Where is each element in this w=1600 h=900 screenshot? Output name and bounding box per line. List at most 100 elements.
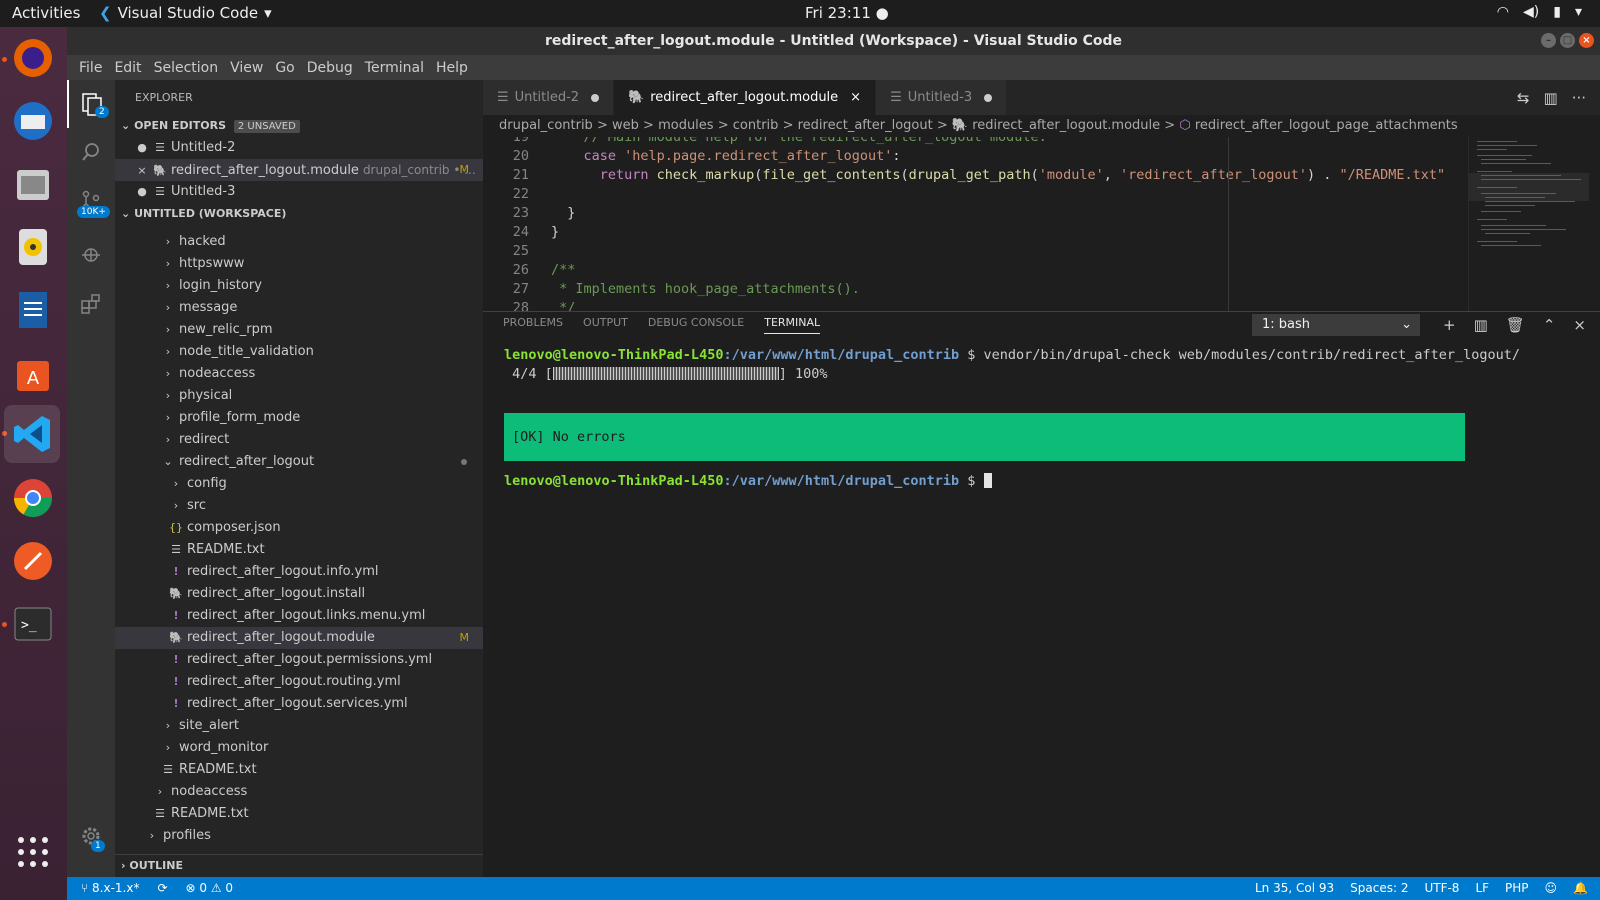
tree-file[interactable]: ☰ README.txt xyxy=(115,539,483,561)
breadcrumb-item[interactable]: redirect_after_logout_page_attachments xyxy=(1195,118,1458,133)
breadcrumb-item[interactable]: redirect_after_logout.module xyxy=(972,118,1160,133)
source-control-icon[interactable]: 10K+ xyxy=(67,176,115,224)
thunderbird-icon[interactable] xyxy=(8,96,58,146)
terminal-output[interactable]: lenovo@lenovo-ThinkPad-L450:/var/www/htm… xyxy=(504,346,1520,384)
tree-folder[interactable]: › hacked xyxy=(115,231,483,253)
menu-terminal[interactable]: Terminal xyxy=(359,60,430,76)
problems-status[interactable]: ⊗ 0 ⚠ 0 xyxy=(186,877,234,900)
tree-folder[interactable]: › nodeaccess xyxy=(115,781,483,803)
tree-file[interactable]: ! redirect_after_logout.info.yml xyxy=(115,561,483,583)
tree-folder[interactable]: › new_relic_rpm xyxy=(115,319,483,341)
tab-untitled-3[interactable]: ☰ Untitled-3 xyxy=(876,80,1008,115)
encoding-status[interactable]: UTF-8 xyxy=(1424,877,1459,900)
menu-view[interactable]: View xyxy=(224,60,269,76)
open-editor-item[interactable]: × 🐘 redirect_after_logout.module drupal_con… xyxy=(115,159,483,181)
breadcrumb-item[interactable]: contrib xyxy=(733,118,779,133)
debug-icon[interactable] xyxy=(67,230,115,278)
rhythmbox-icon[interactable] xyxy=(8,222,58,272)
tree-folder[interactable]: › profile_form_mode xyxy=(115,407,483,429)
tree-file[interactable]: {} composer.json xyxy=(115,517,483,539)
breadcrumb-item[interactable]: modules xyxy=(658,118,714,133)
settings-gear-icon[interactable]: 1 xyxy=(67,812,115,860)
tab-debug-console[interactable]: DEBUG CONSOLE xyxy=(648,316,744,334)
split-editor-icon[interactable]: ▥ xyxy=(1544,89,1558,107)
tab-output[interactable]: OUTPUT xyxy=(583,316,628,334)
tree-folder[interactable]: › message xyxy=(115,297,483,319)
tree-folder[interactable]: › src xyxy=(115,495,483,517)
unsaved-dot-icon[interactable]: ● xyxy=(135,137,149,159)
tab-redirect-after-logout-module[interactable]: 🐘 redirect_after_logout.module × xyxy=(614,80,877,115)
tab-problems[interactable]: PROBLEMS xyxy=(503,316,563,334)
tree-folder[interactable]: › redirect xyxy=(115,429,483,451)
open-editor-item[interactable]: ● ☰ Untitled-2 xyxy=(115,137,483,159)
tree-folder[interactable]: › profiles xyxy=(115,825,483,847)
software-center-icon[interactable]: A xyxy=(8,348,58,398)
extensions-icon[interactable] xyxy=(67,280,115,328)
search-icon[interactable] xyxy=(67,128,115,176)
clock[interactable]: Fri 23:11 ● xyxy=(805,4,889,22)
close-window-button[interactable]: × xyxy=(1579,33,1594,48)
activities-button[interactable]: Activities xyxy=(12,4,80,22)
unsaved-dot-icon[interactable] xyxy=(984,93,993,102)
menu-selection[interactable]: Selection xyxy=(148,60,225,76)
terminal-prompt[interactable]: lenovo@lenovo-ThinkPad-L450:/var/www/htm… xyxy=(504,472,992,491)
tree-file[interactable]: ☰ README.txt xyxy=(115,803,483,825)
tree-file-selected[interactable]: 🐘 redirect_after_logout.module M xyxy=(115,627,483,649)
maximize-panel-icon[interactable]: ⌃ xyxy=(1543,316,1556,334)
code-editor[interactable]: 19 // Main module help for the redirect_… xyxy=(483,137,1600,311)
branch-status[interactable]: ⑂ 8.x-1.x* xyxy=(81,877,139,900)
tree-folder[interactable]: › httpswww xyxy=(115,253,483,275)
files-icon[interactable] xyxy=(8,159,58,209)
tree-folder[interactable]: › physical xyxy=(115,385,483,407)
eol-status[interactable]: LF xyxy=(1475,877,1489,900)
tree-folder[interactable]: › word_monitor xyxy=(115,737,483,759)
sync-icon[interactable]: ⟳ xyxy=(157,877,167,900)
cursor-position[interactable]: Ln 35, Col 93 xyxy=(1255,877,1334,900)
terminal-icon[interactable]: >_ xyxy=(8,599,58,649)
split-terminal-icon[interactable]: ▥ xyxy=(1474,316,1488,334)
tree-folder[interactable]: › node_title_validation xyxy=(115,341,483,363)
tree-folder[interactable]: › config xyxy=(115,473,483,495)
menu-file[interactable]: File xyxy=(73,60,108,76)
tree-folder-expanded[interactable]: ⌄ redirect_after_logout xyxy=(115,451,483,473)
unsaved-dot-icon[interactable]: ● xyxy=(135,181,149,203)
tab-untitled-2[interactable]: ☰ Untitled-2 xyxy=(483,80,615,115)
tree-file[interactable]: 🐘 redirect_after_logout.install xyxy=(115,583,483,605)
firefox-icon[interactable] xyxy=(8,33,58,83)
vscode-icon[interactable] xyxy=(4,405,60,463)
feedback-smiley-icon[interactable]: ☺ xyxy=(1545,877,1558,900)
open-changes-icon[interactable]: ⇆ xyxy=(1517,89,1530,107)
notifications-bell-icon[interactable]: 🔔 xyxy=(1573,877,1588,900)
tab-terminal[interactable]: TERMINAL xyxy=(764,316,821,334)
breadcrumb-item[interactable]: drupal_contrib xyxy=(499,118,593,133)
tree-file[interactable]: ! redirect_after_logout.services.yml xyxy=(115,693,483,715)
chrome-icon[interactable] xyxy=(8,473,58,523)
tree-file[interactable]: ☰ README.txt xyxy=(115,759,483,781)
language-mode[interactable]: PHP xyxy=(1505,877,1529,900)
menu-go[interactable]: Go xyxy=(269,60,300,76)
breadcrumb-item[interactable]: web xyxy=(612,118,639,133)
minimap[interactable] xyxy=(1468,137,1589,311)
menu-help[interactable]: Help xyxy=(430,60,474,76)
terminal-select[interactable]: 1: bash ⌄ xyxy=(1252,314,1420,336)
open-editors-section[interactable]: ⌄ OPEN EDITORS 2 UNSAVED xyxy=(115,115,483,137)
trash-icon[interactable]: 🗑 xyxy=(1506,316,1525,334)
tree-file[interactable]: ! redirect_after_logout.routing.yml xyxy=(115,671,483,693)
menu-edit[interactable]: Edit xyxy=(108,60,147,76)
tree-folder[interactable]: › site_alert xyxy=(115,715,483,737)
outline-section[interactable]: › OUTLINE xyxy=(115,854,483,877)
new-terminal-icon[interactable]: + xyxy=(1443,316,1456,334)
open-editor-item[interactable]: ● ☰ Untitled-3 xyxy=(115,181,483,203)
indentation-status[interactable]: Spaces: 2 xyxy=(1350,877,1408,900)
tree-file[interactable]: ! redirect_after_logout.links.menu.yml xyxy=(115,605,483,627)
workspace-section[interactable]: ⌄ UNTITLED (WORKSPACE) xyxy=(115,203,483,225)
tree-folder[interactable]: › login_history xyxy=(115,275,483,297)
postman-icon[interactable] xyxy=(8,536,58,586)
window-title-bar[interactable]: redirect_after_logout.module - Untitled … xyxy=(67,27,1600,55)
tree-folder[interactable]: › nodeaccess xyxy=(115,363,483,385)
menu-debug[interactable]: Debug xyxy=(301,60,359,76)
close-icon[interactable]: × xyxy=(135,160,149,182)
writer-icon[interactable] xyxy=(8,285,58,335)
unsaved-dot-icon[interactable] xyxy=(591,93,600,102)
system-tray[interactable]: ◠ ◀) ▮ ▾ xyxy=(1497,4,1582,20)
